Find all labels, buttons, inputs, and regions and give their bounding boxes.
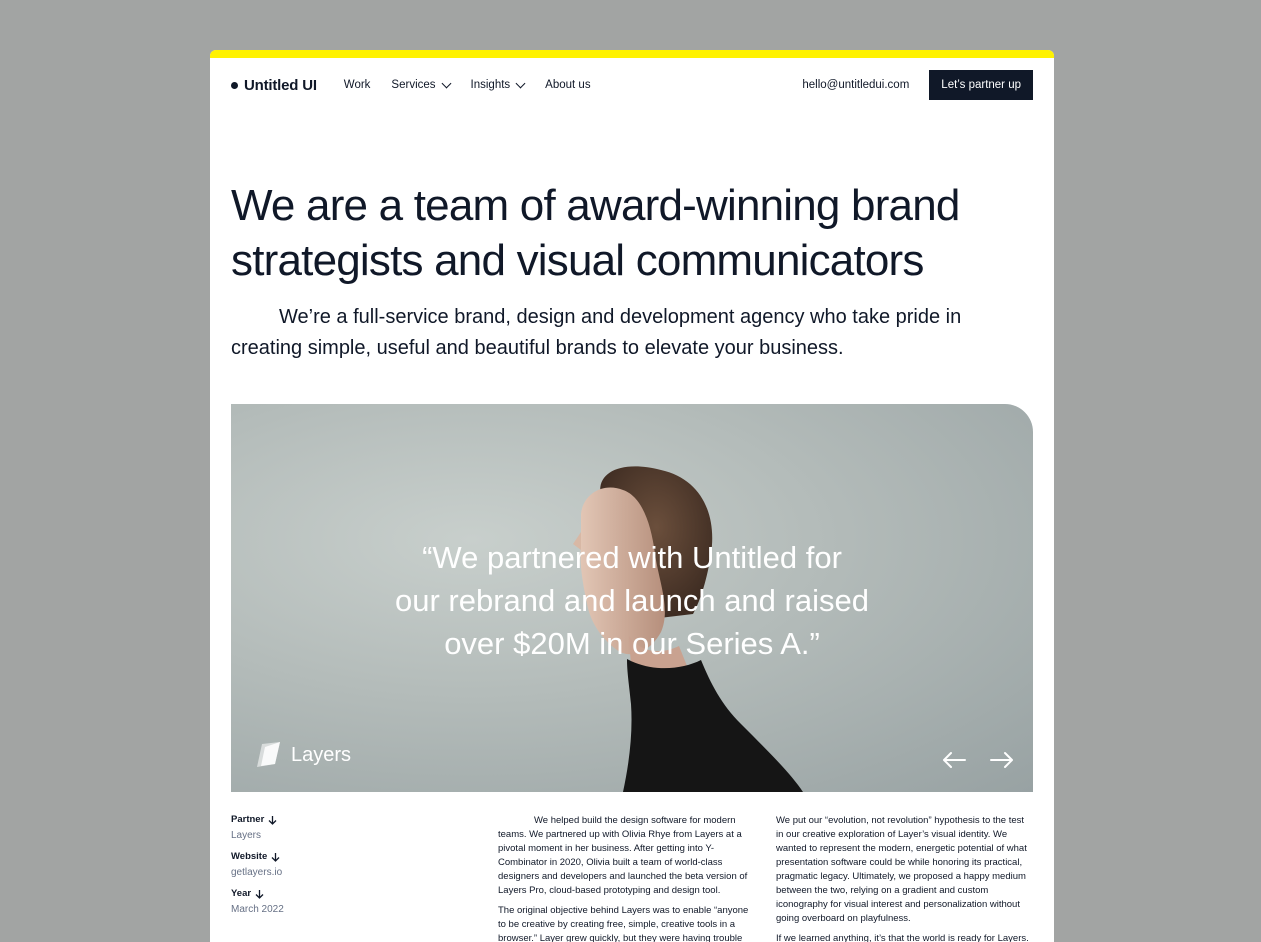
meta-label: Partner xyxy=(231,814,431,825)
meta-label: Year xyxy=(231,888,431,899)
quote-line: “We partnered with Untitled for xyxy=(422,540,842,575)
nav-right: hello@untitledui.com Let’s partner up xyxy=(802,70,1033,100)
nav-links: Work Services Insights About us xyxy=(344,78,591,91)
meta-item-partner: Partner Layers xyxy=(231,814,431,841)
nav-link-label: Work xyxy=(343,79,371,91)
meta-label-text: Website xyxy=(231,851,268,862)
company-name: Layers xyxy=(291,743,352,766)
chevron-down-icon xyxy=(515,78,526,88)
partner-up-button[interactable]: Let’s partner up xyxy=(929,70,1033,100)
testimonial-hero-image: “We partnered with Untitled for our rebr… xyxy=(231,404,1033,792)
body-paragraph: If we learned anything, it’s that the wo… xyxy=(776,933,1029,942)
logo-text: Untitled UI xyxy=(244,76,317,94)
layers-logo-icon xyxy=(257,742,280,767)
logo-dot-icon xyxy=(231,81,238,89)
hero-subtitle: We’re a full-service brand, design and d… xyxy=(231,306,962,359)
site-logo[interactable]: Untitled UI xyxy=(231,77,317,94)
chevron-down-icon xyxy=(441,78,451,88)
meta-item-year: Year March 2022 xyxy=(231,888,431,915)
nav-link-work[interactable]: Work xyxy=(344,79,371,91)
carousel-controls xyxy=(941,750,1015,770)
meta-value: March 2022 xyxy=(231,904,284,915)
meta-label-text: Year xyxy=(231,888,252,899)
layers-brand-logo: Layers xyxy=(253,740,351,770)
page: Untitled UI Work Services Insights About… xyxy=(210,50,1054,942)
accent-bar xyxy=(210,50,1054,58)
quote-line: our rebrand and launch and raised xyxy=(395,583,869,618)
nav-link-services[interactable]: Services xyxy=(391,78,451,91)
website-link[interactable]: getlayers.io xyxy=(231,867,431,878)
arrow-right-icon[interactable] xyxy=(989,750,1015,770)
nav-link-about[interactable]: About us xyxy=(545,79,590,91)
body-column-1: We helped build the design software for … xyxy=(498,814,752,942)
meta-value: Layers xyxy=(231,830,262,841)
testimonial-quote: “We partnered with Untitled for our rebr… xyxy=(231,536,1033,665)
quote-line: over $20M in our Series A.” xyxy=(444,626,820,661)
email-link[interactable]: hello@untitledui.com xyxy=(802,79,909,91)
hero-title: We are a team of award-winning brand str… xyxy=(231,181,960,285)
meta-item-website: Website getlayers.io xyxy=(231,851,431,878)
arrow-left-icon[interactable] xyxy=(941,750,967,770)
nav-link-label: Services xyxy=(391,79,436,91)
project-meta: Partner Layers Website getlayers.io Year… xyxy=(231,814,431,925)
top-nav: Untitled UI Work Services Insights About… xyxy=(231,70,1033,100)
body-paragraph: The original objective behind Layers was… xyxy=(498,905,749,942)
body-column-2: We put our “evolution, not revolution” h… xyxy=(776,814,1030,942)
arrow-down-icon xyxy=(255,889,264,899)
body-paragraph: We put our “evolution, not revolution” h… xyxy=(776,815,1027,924)
arrow-down-icon xyxy=(271,852,280,862)
nav-link-insights[interactable]: Insights xyxy=(470,78,526,91)
meta-label-text: Partner xyxy=(231,814,265,825)
body-paragraph: We helped build the design software for … xyxy=(498,815,748,896)
nav-link-label: Insights xyxy=(470,79,511,91)
nav-link-label: About us xyxy=(545,79,591,91)
meta-label: Website xyxy=(231,851,431,862)
arrow-down-icon xyxy=(268,815,277,825)
